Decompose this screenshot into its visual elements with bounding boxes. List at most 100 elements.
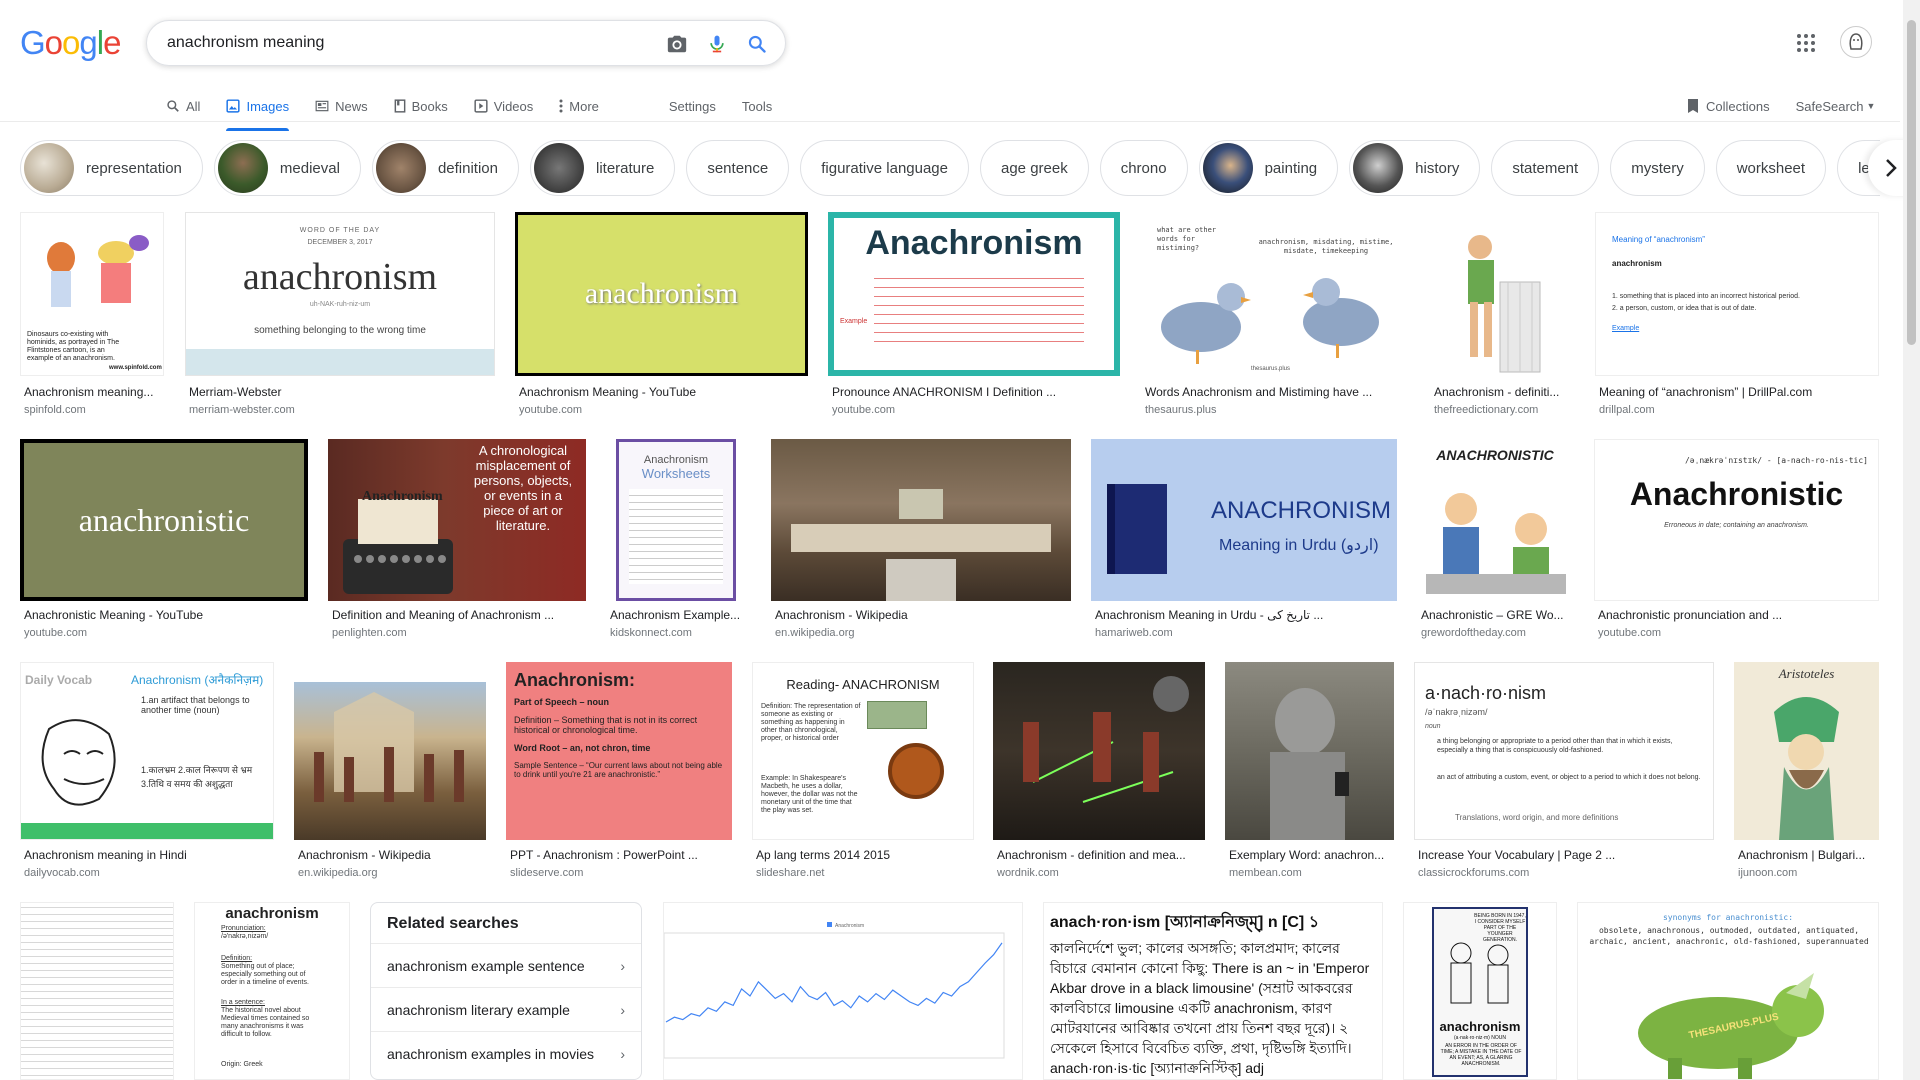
chip-chrono[interactable]: chrono: [1099, 140, 1188, 196]
related-search-item[interactable]: anachronism example sentence ›: [371, 943, 641, 987]
thumb-label: Word Root – an, not chron, time: [514, 743, 651, 753]
tab-all[interactable]: All: [166, 90, 200, 122]
image-result[interactable]: Daily Vocab Anachronism (अनैकनिज़म) 1.an…: [20, 662, 274, 882]
image-result[interactable]: WORD OF THE DAY DECEMBER 3, 2017 anachro…: [185, 212, 495, 420]
image-result[interactable]: Anachronism: Part of Speech – noun Defin…: [506, 662, 732, 882]
tab-label: All: [186, 98, 201, 114]
image-result[interactable]: Exemplary Word: anachron... membean.com: [1225, 662, 1394, 882]
cartoon-illustration: [1450, 942, 1509, 1004]
chip-mystery[interactable]: mystery: [1610, 140, 1705, 196]
scrollbar-thumb[interactable]: [1907, 20, 1916, 345]
account-avatar[interactable]: [1840, 26, 1872, 58]
result-source: youtube.com: [24, 627, 87, 639]
page-scrollbar[interactable]: [1903, 0, 1920, 1080]
chevron-right-icon: ›: [620, 957, 625, 974]
image-result[interactable]: Anachronism Worksheets Anachronism Examp…: [606, 439, 746, 641]
image-result[interactable]: anachronism Anachronism Meaning - YouTub…: [515, 212, 808, 420]
thumb-panel: Anachronism Example: [834, 218, 1114, 370]
search-box: [146, 20, 786, 66]
image-result[interactable]: /əˌnækrəˈnɪstɪk/ - [a-nach-ro-nis-tic] A…: [1594, 439, 1879, 641]
thumb-label: Pronunciation:: [221, 925, 266, 932]
result-title: PPT - Anachronism : PowerPoint ...: [510, 848, 698, 862]
related-search-item[interactable]: anachronism literary example ›: [371, 987, 641, 1031]
dollar-image: [867, 701, 927, 729]
image-result[interactable]: a·nach·ro·nism /əˈnakrəˌnizəm/ noun a th…: [1414, 662, 1714, 882]
image-result[interactable]: ANACHRONISM Meaning in Urdu (اردو) Anach…: [1091, 439, 1397, 641]
image-result[interactable]: Dinosaurs co-existing with hominids, as …: [20, 212, 164, 420]
apps-grid-icon[interactable]: [1796, 33, 1816, 53]
image-result[interactable]: Meaning of “anachronism” anachronism 1. …: [1595, 212, 1879, 420]
tab-books[interactable]: Books: [394, 90, 448, 122]
image-result[interactable]: Reading- ANACHRONISM Definition: The rep…: [752, 662, 974, 882]
chip-age-greek[interactable]: age greek: [980, 140, 1089, 196]
result-thumbnail: Meaning of “anachronism” anachronism 1. …: [1595, 212, 1879, 376]
thumb-label: Meaning of “anachronism”: [1612, 235, 1705, 244]
thumb-label: obsolete, anachronous, outmoded, outdate…: [1589, 926, 1869, 946]
result-thumbnail: WORD OF THE DAY DECEMBER 3, 2017 anachro…: [185, 212, 495, 376]
result-title: Anachronism meaning in Hindi: [24, 848, 187, 862]
image-result[interactable]: synonyms for anachronistic: obsolete, an…: [1577, 902, 1879, 1080]
thumb-label: 2. a person, custom, or idea that is out…: [1612, 305, 1757, 312]
chip-literature[interactable]: literature: [529, 140, 676, 196]
image-result[interactable]: what are other words for mistiming? anac…: [1141, 212, 1409, 420]
image-result[interactable]: anachronism Pronunciation: /ə'nakrə,nizə…: [194, 902, 350, 1080]
result-source: en.wikipedia.org: [298, 867, 378, 879]
image-result[interactable]: anachronistic Anachronistic Meaning - Yo…: [20, 439, 308, 641]
chip-figurative-language[interactable]: figurative language: [800, 140, 969, 196]
chip-worksheet[interactable]: worksheet: [1715, 140, 1827, 196]
safesearch-dropdown[interactable]: SafeSearch ▼: [1796, 90, 1876, 122]
chip-statement[interactable]: statement: [1491, 140, 1600, 196]
thumb-word: Anachronism:: [514, 670, 636, 690]
tab-news[interactable]: News: [315, 90, 368, 122]
image-result[interactable]: ANACHRONISTIC Anachronistic – GRE Wo... …: [1417, 439, 1573, 641]
tab-more[interactable]: More: [559, 90, 599, 122]
collections-link[interactable]: Collections: [1686, 90, 1770, 122]
tab-images[interactable]: Images: [226, 90, 290, 131]
image-result[interactable]: Anachronism A chronological misplacement…: [328, 439, 586, 641]
result-title: Anachronistic – GRE Wo...: [1421, 608, 1564, 622]
image-result[interactable]: Anachronism - definiti... thefreediction…: [1430, 212, 1574, 420]
chip-painting[interactable]: painting: [1198, 140, 1339, 196]
search-icon[interactable]: [745, 32, 769, 56]
thumb-label: AN ERROR IN THE ORDER OF TIME; A MISTAKE…: [1440, 1043, 1522, 1067]
result-thumbnail: what are other words for mistiming? anac…: [1141, 212, 1409, 376]
result-title: Anachronism - definition and mea...: [997, 848, 1186, 862]
result-title: Anachronism - definiti...: [1434, 385, 1560, 399]
tab-label: News: [335, 98, 368, 114]
bookmark-icon: [1686, 98, 1700, 114]
result-source: wordnik.com: [997, 867, 1059, 879]
microphone-icon[interactable]: [705, 32, 729, 56]
chip-definition[interactable]: definition: [371, 140, 519, 196]
tools-link[interactable]: Tools: [742, 90, 772, 122]
settings-link[interactable]: Settings: [669, 90, 716, 122]
tab-label: Videos: [493, 98, 534, 114]
image-result[interactable]: Anachronism: [663, 902, 1023, 1080]
chip-sentence[interactable]: sentence: [686, 140, 790, 196]
tab-label: Images: [246, 98, 290, 114]
camera-icon[interactable]: [665, 32, 689, 56]
result-title: Anachronism Example...: [610, 608, 741, 622]
image-result[interactable]: Aristoteles Anachronism | Bulgari... iju…: [1734, 662, 1879, 882]
settings-label: Settings: [668, 98, 716, 114]
result-thumbnail: a·nach·ro·nism /əˈnakrəˌnizəm/ noun a th…: [1414, 662, 1714, 840]
thumb-band: [21, 823, 273, 839]
image-result[interactable]: anach·ron·ism [অ্যানাক্রনিজ্‌ম্] n [C] ১…: [1043, 902, 1383, 1080]
result-thumbnail: [993, 662, 1205, 840]
image-result[interactable]: Anachronism - Wikipedia en.wikipedia.org: [771, 439, 1071, 641]
image-result[interactable]: Anachronism - Wikipedia en.wikipedia.org: [294, 662, 486, 882]
chip-representation[interactable]: representation: [20, 140, 203, 196]
image-result[interactable]: [20, 902, 174, 1080]
image-result[interactable]: BEING BORN IN 1947, I CONSIDER MYSELF PA…: [1403, 902, 1557, 1080]
image-result[interactable]: Anachronism Example Pronounce ANACHRONIS…: [828, 212, 1120, 420]
chip-medieval[interactable]: medieval: [213, 140, 361, 196]
tab-videos[interactable]: Videos: [474, 90, 534, 122]
thumb-word: Anachronism (अनैकनिज़म): [131, 673, 264, 687]
image-result[interactable]: Anachronism - definition and mea... word…: [993, 662, 1205, 882]
search-input[interactable]: [167, 34, 647, 52]
thumb-label: Definition: The representation of someon…: [761, 703, 861, 742]
result-thumbnail: synonyms for anachronistic: obsolete, an…: [1577, 902, 1879, 1080]
google-logo[interactable]: Google: [20, 24, 121, 62]
thumb-caption: Dinosaurs co-existing with hominids, as …: [27, 331, 120, 362]
related-search-item[interactable]: anachronism examples in movies ›: [371, 1031, 641, 1075]
chip-history[interactable]: history: [1349, 140, 1481, 196]
